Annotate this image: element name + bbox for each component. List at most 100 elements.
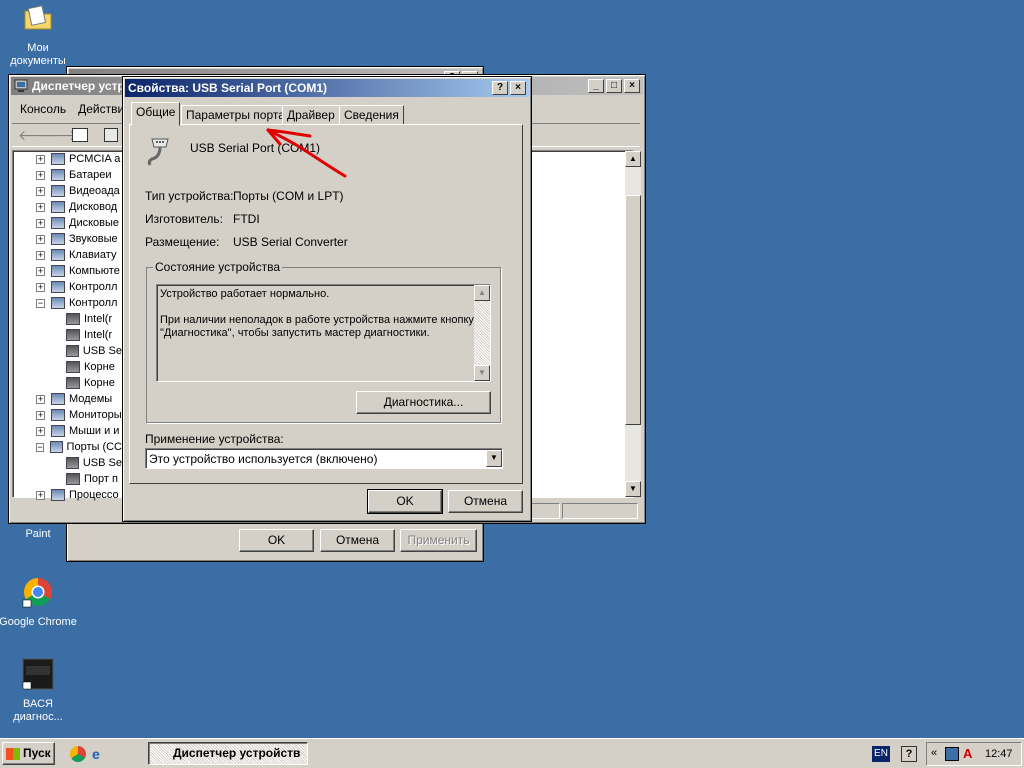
properties-titlebar[interactable]: Свойства: USB Serial Port (COM1) ? × (125, 79, 529, 97)
back-apply-button[interactable]: Применить (400, 529, 477, 552)
tree-category-item[interactable]: + Контролл (36, 279, 122, 295)
tree-scrollbar[interactable]: ▲ ▼ (625, 151, 641, 497)
device-icon (51, 233, 65, 245)
scroll-up-icon[interactable]: ▲ (625, 151, 641, 167)
tree-item-label: Компьюте (69, 265, 120, 277)
back-ok-button[interactable]: OK (239, 529, 314, 552)
device-icon (66, 329, 80, 341)
tree-child-item[interactable]: Порт п (66, 471, 122, 487)
tree-category-item[interactable]: + Клавиату (36, 247, 122, 263)
dialog-title: Свойства: USB Serial Port (COM1) (128, 81, 328, 95)
scroll-down-icon[interactable]: ▼ (474, 365, 490, 381)
device-icon (66, 457, 79, 469)
tree-category-item[interactable]: + Дисковод (36, 199, 122, 215)
expand-icon[interactable]: + (36, 170, 45, 180)
tree-child-item[interactable]: Intel(r (66, 327, 122, 343)
tree-category-item[interactable]: + Мониторы (36, 407, 122, 423)
network-icon[interactable] (945, 747, 959, 761)
tray-expand-icon[interactable]: « (931, 747, 937, 759)
start-label: Пуск (23, 746, 51, 760)
minimize-icon[interactable]: _ (588, 79, 604, 93)
device-icon (51, 169, 65, 181)
desktop-icon-label: Мои документы (10, 42, 66, 67)
tree-category-item[interactable]: + PCMCIA а (36, 151, 122, 167)
scroll-thumb[interactable] (625, 195, 641, 425)
tree-category-item[interactable]: + Батареи (36, 167, 122, 183)
expand-icon[interactable]: + (36, 218, 45, 228)
tree-category-item[interactable]: + Процессо (36, 487, 122, 503)
manufacturer-label: Изготовитель: (145, 212, 223, 226)
tree-child-item[interactable]: Корне (66, 359, 122, 375)
desktop-icon-paint[interactable]: Paint (0, 528, 76, 541)
help-icon[interactable]: ? (901, 746, 917, 762)
desktop-icon-vasya[interactable]: ВАСЯ диагнос... (0, 658, 76, 724)
tree-item-label: Корне (84, 377, 115, 389)
windows-logo-icon (6, 747, 20, 760)
expand-icon[interactable]: + (36, 186, 45, 196)
tab-general[interactable]: Общие (131, 102, 181, 126)
close-icon[interactable]: × (510, 81, 526, 95)
tree-child-item[interactable]: Корне (66, 375, 122, 391)
expand-icon[interactable]: + (36, 282, 45, 292)
usage-select[interactable]: Это устройство используется (включено) ▼ (145, 448, 503, 469)
tree-category-item[interactable]: + Модемы (36, 391, 122, 407)
collapse-icon[interactable]: − (36, 298, 45, 308)
close-icon[interactable]: × (624, 79, 640, 93)
menu-action[interactable]: Действи (74, 99, 128, 121)
task-device-manager[interactable]: Диспетчер устройств (148, 742, 308, 765)
properties-icon[interactable] (104, 128, 118, 142)
tree-child-item[interactable]: USB Se (66, 455, 122, 471)
tree-category-item[interactable]: + Мыши и и (36, 423, 122, 439)
expand-icon[interactable]: + (36, 250, 45, 260)
expand-icon[interactable]: + (36, 154, 45, 164)
tree-category-item[interactable]: − Порты (СС (36, 439, 122, 455)
manufacturer-value: FTDI (233, 212, 260, 226)
tree-child-item[interactable]: USB Se (66, 343, 122, 359)
expand-icon[interactable]: + (36, 394, 45, 404)
back-cancel-button[interactable]: Отмена (320, 529, 395, 552)
tree-category-item[interactable]: + Дисковые (36, 215, 122, 231)
expand-icon[interactable]: + (36, 266, 45, 276)
type-value: Порты (COM и LPT) (233, 189, 344, 203)
expand-icon[interactable]: + (36, 410, 45, 420)
taskbar: Пуск e Диспетчер устройств EN ? « A 12:4… (0, 738, 1024, 768)
usage-label: Применение устройства: (145, 432, 284, 446)
help-icon[interactable]: ? (492, 81, 508, 95)
serial-port-icon (147, 138, 169, 166)
device-icon (51, 185, 65, 197)
maximize-icon[interactable]: □ (606, 79, 622, 93)
lang-indicator[interactable]: EN (872, 746, 890, 762)
tree-category-item[interactable]: + Звуковые (36, 231, 122, 247)
device-icon (51, 217, 65, 229)
start-button[interactable]: Пуск (2, 742, 55, 765)
tray-app-icon[interactable]: A (963, 746, 972, 761)
device-icon (50, 441, 63, 453)
desktop-icon-chrome[interactable]: Google Chrome (0, 576, 77, 629)
chevron-down-icon[interactable]: ▼ (486, 450, 502, 467)
show-hide-tree-icon[interactable] (72, 128, 88, 142)
tree-item-label: Порты (СС (66, 441, 122, 453)
tree-category-item[interactable]: + Видеоада (36, 183, 122, 199)
expand-icon[interactable]: + (36, 234, 45, 244)
tree-item-label: Клавиату (69, 249, 117, 261)
device-icon (51, 153, 65, 165)
menu-console[interactable]: Консоль (12, 99, 74, 121)
cancel-button[interactable]: Отмена (448, 490, 523, 513)
expand-icon[interactable]: + (36, 202, 45, 212)
quicklaunch-ie-icon[interactable]: e (92, 746, 108, 762)
diagnostics-button[interactable]: Диагностика... (356, 391, 491, 414)
expand-icon[interactable]: + (36, 490, 45, 500)
tree-child-item[interactable]: Intel(r (66, 311, 122, 327)
scroll-up-icon[interactable]: ▲ (474, 285, 490, 301)
tree-category-item[interactable]: + Компьюте (36, 263, 122, 279)
expand-icon[interactable]: + (36, 426, 45, 436)
collapse-icon[interactable]: − (36, 442, 45, 452)
tree-item-label: Intel(r (84, 313, 113, 325)
status-scrollbar[interactable]: ▲ ▼ (474, 285, 490, 381)
ok-button[interactable]: OK (367, 489, 443, 514)
quicklaunch-chrome-icon[interactable] (70, 746, 86, 762)
desktop-icon-my-documents[interactable]: Мои документы (0, 2, 76, 68)
scroll-down-icon[interactable]: ▼ (625, 481, 641, 497)
tree-category-item[interactable]: − Контролл (36, 295, 122, 311)
tree-item-label: Контролл (69, 297, 118, 309)
